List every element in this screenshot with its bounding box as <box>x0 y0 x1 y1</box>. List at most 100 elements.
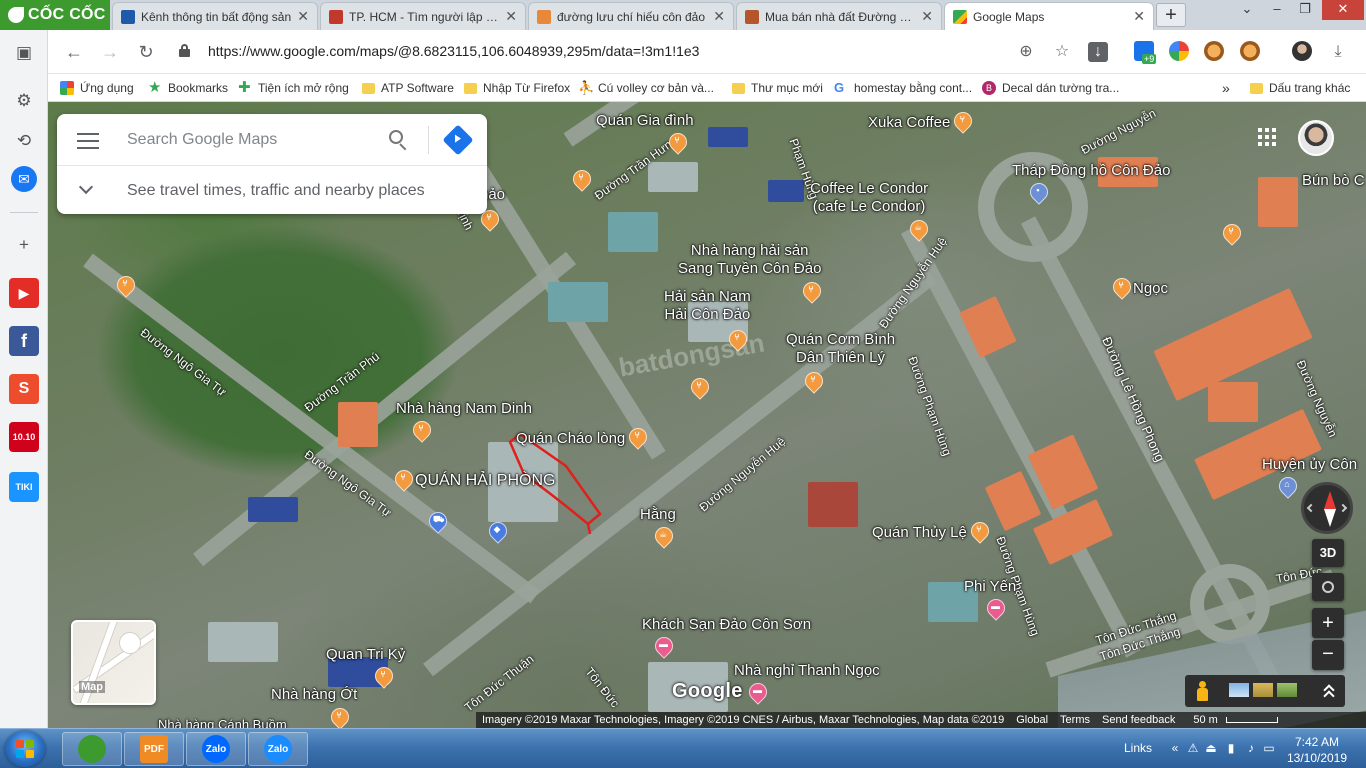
add-icon[interactable]: + <box>9 230 39 260</box>
place-quan-hai-phong[interactable]: ⑂ QUÁN HẢI PHÒNG <box>394 470 555 492</box>
close-icon[interactable]: ✕ <box>921 8 933 25</box>
network-warning-icon[interactable]: ⚠ <box>1186 741 1200 755</box>
cookie-extension-icon[interactable] <box>1204 41 1224 61</box>
links-toolbar[interactable]: Links <box>1124 741 1152 755</box>
travel-times-hint[interactable]: See travel times, traffic and nearby pla… <box>127 182 425 200</box>
zoom-in-button[interactable]: + <box>1312 608 1344 638</box>
sidebar-toggle-icon[interactable]: ▣ <box>9 38 39 68</box>
travel-times-row[interactable]: See travel times, traffic and nearby pla… <box>57 166 487 214</box>
gear-icon[interactable]: ⚙ <box>9 86 39 116</box>
bookmark-cu-volley[interactable]: ⛹ Cú volley cơ bản và... <box>578 74 714 102</box>
sale-1010-icon[interactable]: 10.10 <box>9 422 39 452</box>
bookmark-other[interactable]: Dấu trang khác <box>1250 74 1350 102</box>
taskbar-pdf[interactable]: PDF <box>124 732 184 766</box>
rotate-left-icon[interactable] <box>1306 503 1316 513</box>
url-field[interactable]: https://www.google.com/maps/@8.6823115,1… <box>208 43 699 59</box>
place-com-binh-dan[interactable]: Quán Cơm Bình Dân Thiên Lý <box>786 331 895 367</box>
taskbar-zalo[interactable]: Zalo <box>186 732 246 766</box>
chevron-up-icon[interactable] <box>1323 684 1335 702</box>
place-ngoc[interactable]: ⑂ Ngọc <box>1112 278 1168 300</box>
imagery-thumb[interactable] <box>1277 683 1297 697</box>
account-avatar[interactable] <box>1298 120 1334 156</box>
zoom-icon[interactable]: ⊕ <box>1016 42 1036 62</box>
minimize-button[interactable]: – <box>1262 0 1292 20</box>
bookmark-decal[interactable]: B Decal dán tường tra... <box>982 74 1119 102</box>
forward-button[interactable]: → <box>98 40 122 64</box>
star-icon[interactable]: ☆ <box>1052 42 1072 62</box>
tab-luu-chi-hieu[interactable]: đường lưu chí hiếu côn đảo ✕ <box>528 2 734 30</box>
close-icon[interactable]: ✕ <box>713 8 725 25</box>
shopee-icon[interactable]: S <box>9 374 39 404</box>
map-layer-toggle[interactable]: Map <box>71 620 156 705</box>
tab-mua-ban-nha-dat[interactable]: Mua bán nhà đất Đường Lưu ✕ <box>736 2 942 30</box>
close-window-button[interactable]: ✕ <box>1322 0 1364 20</box>
restore-button[interactable]: ❐ <box>1290 0 1320 20</box>
bookmarks-overflow-button[interactable]: » <box>1222 74 1230 102</box>
compass-control[interactable] <box>1301 482 1353 534</box>
directions-icon[interactable] <box>442 124 474 156</box>
bookmark-thu-muc-moi[interactable]: Thư mục mới <box>732 74 823 102</box>
reload-button[interactable]: ↻ <box>134 40 158 64</box>
download-icon[interactable]: ↓ <box>1088 42 1108 62</box>
bookmark-apps[interactable]: Ứng dụng <box>60 74 134 102</box>
lock-icon[interactable] <box>179 44 190 57</box>
profile-avatar[interactable] <box>1292 41 1312 61</box>
chevron-left-icon[interactable]: « <box>1168 741 1182 755</box>
coccoc-brand[interactable]: CỐC CỐC <box>0 0 110 30</box>
chrome-extension-icon[interactable] <box>1169 41 1189 61</box>
battery-icon[interactable]: ▭ <box>1262 741 1276 755</box>
youtube-icon[interactable]: ▶ <box>9 278 39 308</box>
terms-link[interactable]: Terms <box>1054 714 1096 726</box>
place-thap-dong-ho[interactable]: Tháp Đồng hồ Côn Đảo • <box>1012 162 1170 205</box>
chevron-down-icon[interactable] <box>78 179 94 195</box>
download-arrow-icon[interactable]: ⤓ <box>1328 42 1348 62</box>
menu-icon[interactable]: ⌄ <box>1232 0 1262 20</box>
messenger-icon[interactable]: ✉ <box>11 166 37 192</box>
global-link[interactable]: Global <box>1010 714 1054 726</box>
close-icon[interactable]: ✕ <box>1133 8 1145 25</box>
new-tab-button[interactable]: + <box>1156 3 1186 27</box>
close-icon[interactable]: ✕ <box>297 8 309 25</box>
send-feedback-link[interactable]: Send feedback <box>1096 714 1181 726</box>
place-hai-san-nam-hai[interactable]: Hải sản Nam Hải Côn Đảo <box>664 288 751 324</box>
place-khach-san-dao-con-son[interactable]: Khách Sạn Đảo Côn Sơn ▬ <box>642 616 811 659</box>
place-nha-hang-nam-dinh[interactable]: Nhà hàng Nam Dinh ⑂ <box>396 400 532 443</box>
scale-control[interactable]: 50 m <box>1181 714 1283 726</box>
bookmark-nhap-tu-firefox[interactable]: Nhập Từ Firefox <box>464 74 570 102</box>
search-input[interactable] <box>127 130 367 150</box>
bookmark-bookmarks[interactable]: ★ Bookmarks <box>148 74 228 102</box>
place-xuka-coffee[interactable]: Xuka Coffee ⑂ <box>868 112 971 134</box>
bookmark-extensions[interactable]: ✚ Tiện ích mở rộng <box>238 74 349 102</box>
place-quan-thuy-le[interactable]: Quán Thủy Lệ ⑂ <box>872 522 988 544</box>
back-button[interactable]: ← <box>62 40 86 64</box>
zoom-out-button[interactable]: − <box>1312 640 1344 670</box>
place-phi-yen[interactable]: Phi Yến ▬ <box>964 578 1016 621</box>
place-nha-hang-ot[interactable]: Nhà hàng Ớt <box>271 686 357 704</box>
place-quan-gia-dinh[interactable]: Quán Gia đình ⑂ <box>596 112 694 155</box>
place-quan-chao-long[interactable]: Quán Cháo lòng ⑂ <box>516 428 646 450</box>
menu-icon[interactable] <box>77 133 99 149</box>
cookie-extension-icon[interactable] <box>1240 41 1260 61</box>
tab-tp-hcm[interactable]: TP. HCM - Tìm người lập nhóm ✕ <box>320 2 526 30</box>
place-hang[interactable]: Hằng ☕ <box>640 506 676 549</box>
google-apps-icon[interactable] <box>1258 128 1276 146</box>
bookmark-atp-software[interactable]: ATP Software <box>362 74 454 102</box>
tab-kenh-thong-tin[interactable]: Kênh thông tin bất động sản ✕ <box>112 2 318 30</box>
rotate-right-icon[interactable] <box>1338 503 1348 513</box>
place-bun-bo[interactable]: Bún bò C <box>1302 172 1365 190</box>
pegman-icon[interactable] <box>1197 681 1208 701</box>
signal-icon[interactable]: ▮ <box>1224 741 1238 755</box>
place-nha-nghi-thanh-ngoc[interactable]: Nhà nghỉ Thanh Ngọc ▬ <box>734 662 880 705</box>
bookmark-homestay[interactable]: G homestay bằng cont... <box>834 74 972 102</box>
tiki-icon[interactable]: TIKI <box>9 472 39 502</box>
my-location-button[interactable] <box>1312 573 1344 601</box>
history-icon[interactable]: ⟲ <box>9 126 39 156</box>
facebook-icon[interactable]: f <box>9 326 39 356</box>
usb-icon[interactable]: ⏏ <box>1204 741 1218 755</box>
imagery-thumb[interactable] <box>1229 683 1249 697</box>
place-quan-tri-ky[interactable]: Quan Tri Kỷ ⑂ <box>326 646 405 689</box>
taskbar-coccoc[interactable] <box>62 732 122 766</box>
close-icon[interactable]: ✕ <box>505 8 517 25</box>
search-icon[interactable] <box>389 130 409 151</box>
place-sang-tuyen[interactable]: Nhà hàng hải sản Sang Tuyền Côn Đảo <box>678 242 821 278</box>
